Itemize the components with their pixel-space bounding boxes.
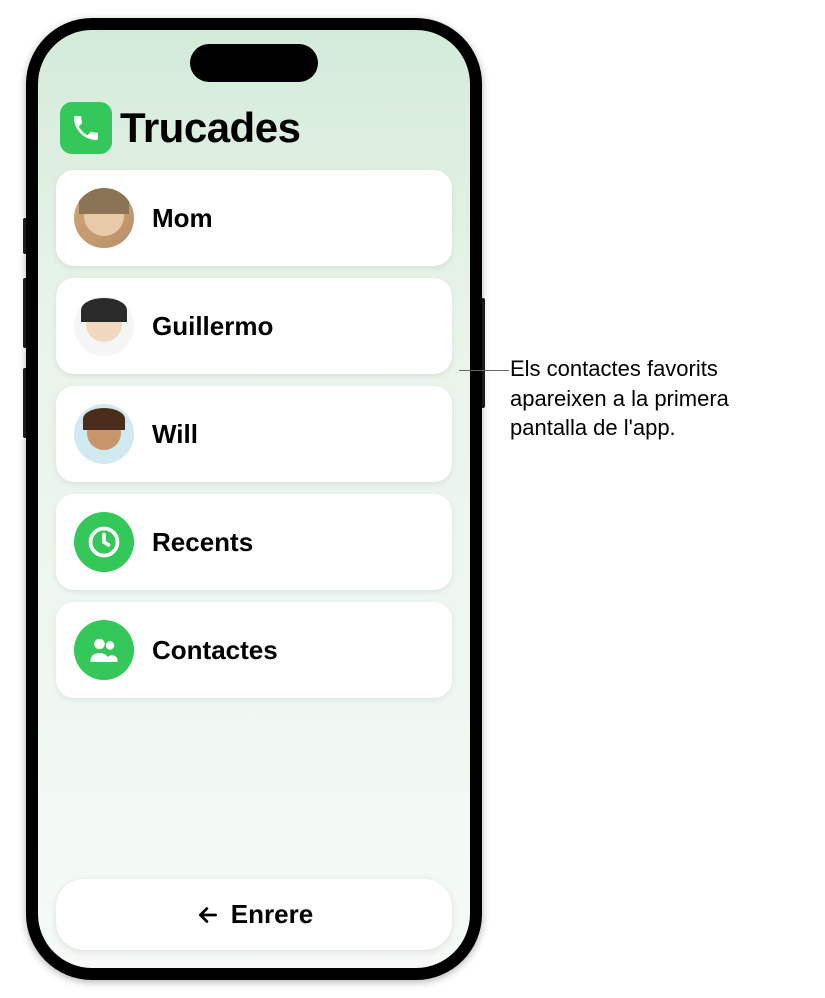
back-label: Enrere — [231, 899, 313, 930]
contacts-icon — [74, 620, 134, 680]
nav-item-recents[interactable]: Recents — [56, 494, 452, 590]
back-button[interactable]: Enrere — [56, 879, 452, 950]
favorite-contact-guillermo[interactable]: Guillermo — [56, 278, 452, 374]
nav-label: Recents — [152, 527, 253, 558]
app-header: Trucades — [56, 102, 452, 170]
page-title: Trucades — [120, 104, 300, 152]
favorite-contact-will[interactable]: Will — [56, 386, 452, 482]
avatar — [74, 404, 134, 464]
app-content: Trucades Mom Guillermo Will — [38, 30, 470, 968]
dynamic-island — [190, 44, 318, 82]
avatar — [74, 296, 134, 356]
nav-item-contacts[interactable]: Contactes — [56, 602, 452, 698]
contact-name: Will — [152, 419, 198, 450]
phone-frame: Trucades Mom Guillermo Will — [26, 18, 482, 980]
phone-app-icon — [60, 102, 112, 154]
clock-icon — [74, 512, 134, 572]
phone-icon — [70, 112, 102, 144]
phone-power-button — [482, 298, 485, 408]
phone-side-button — [23, 218, 26, 254]
callout-text: Els contactes favorits apareixen a la pr… — [510, 354, 810, 443]
favorite-contact-mom[interactable]: Mom — [56, 170, 452, 266]
contact-name: Mom — [152, 203, 213, 234]
avatar — [74, 188, 134, 248]
callout-line — [459, 370, 509, 371]
arrow-left-icon — [195, 902, 221, 928]
nav-label: Contactes — [152, 635, 278, 666]
phone-screen: Trucades Mom Guillermo Will — [38, 30, 470, 968]
phone-volume-down — [23, 368, 26, 438]
phone-volume-up — [23, 278, 26, 348]
contact-name: Guillermo — [152, 311, 273, 342]
